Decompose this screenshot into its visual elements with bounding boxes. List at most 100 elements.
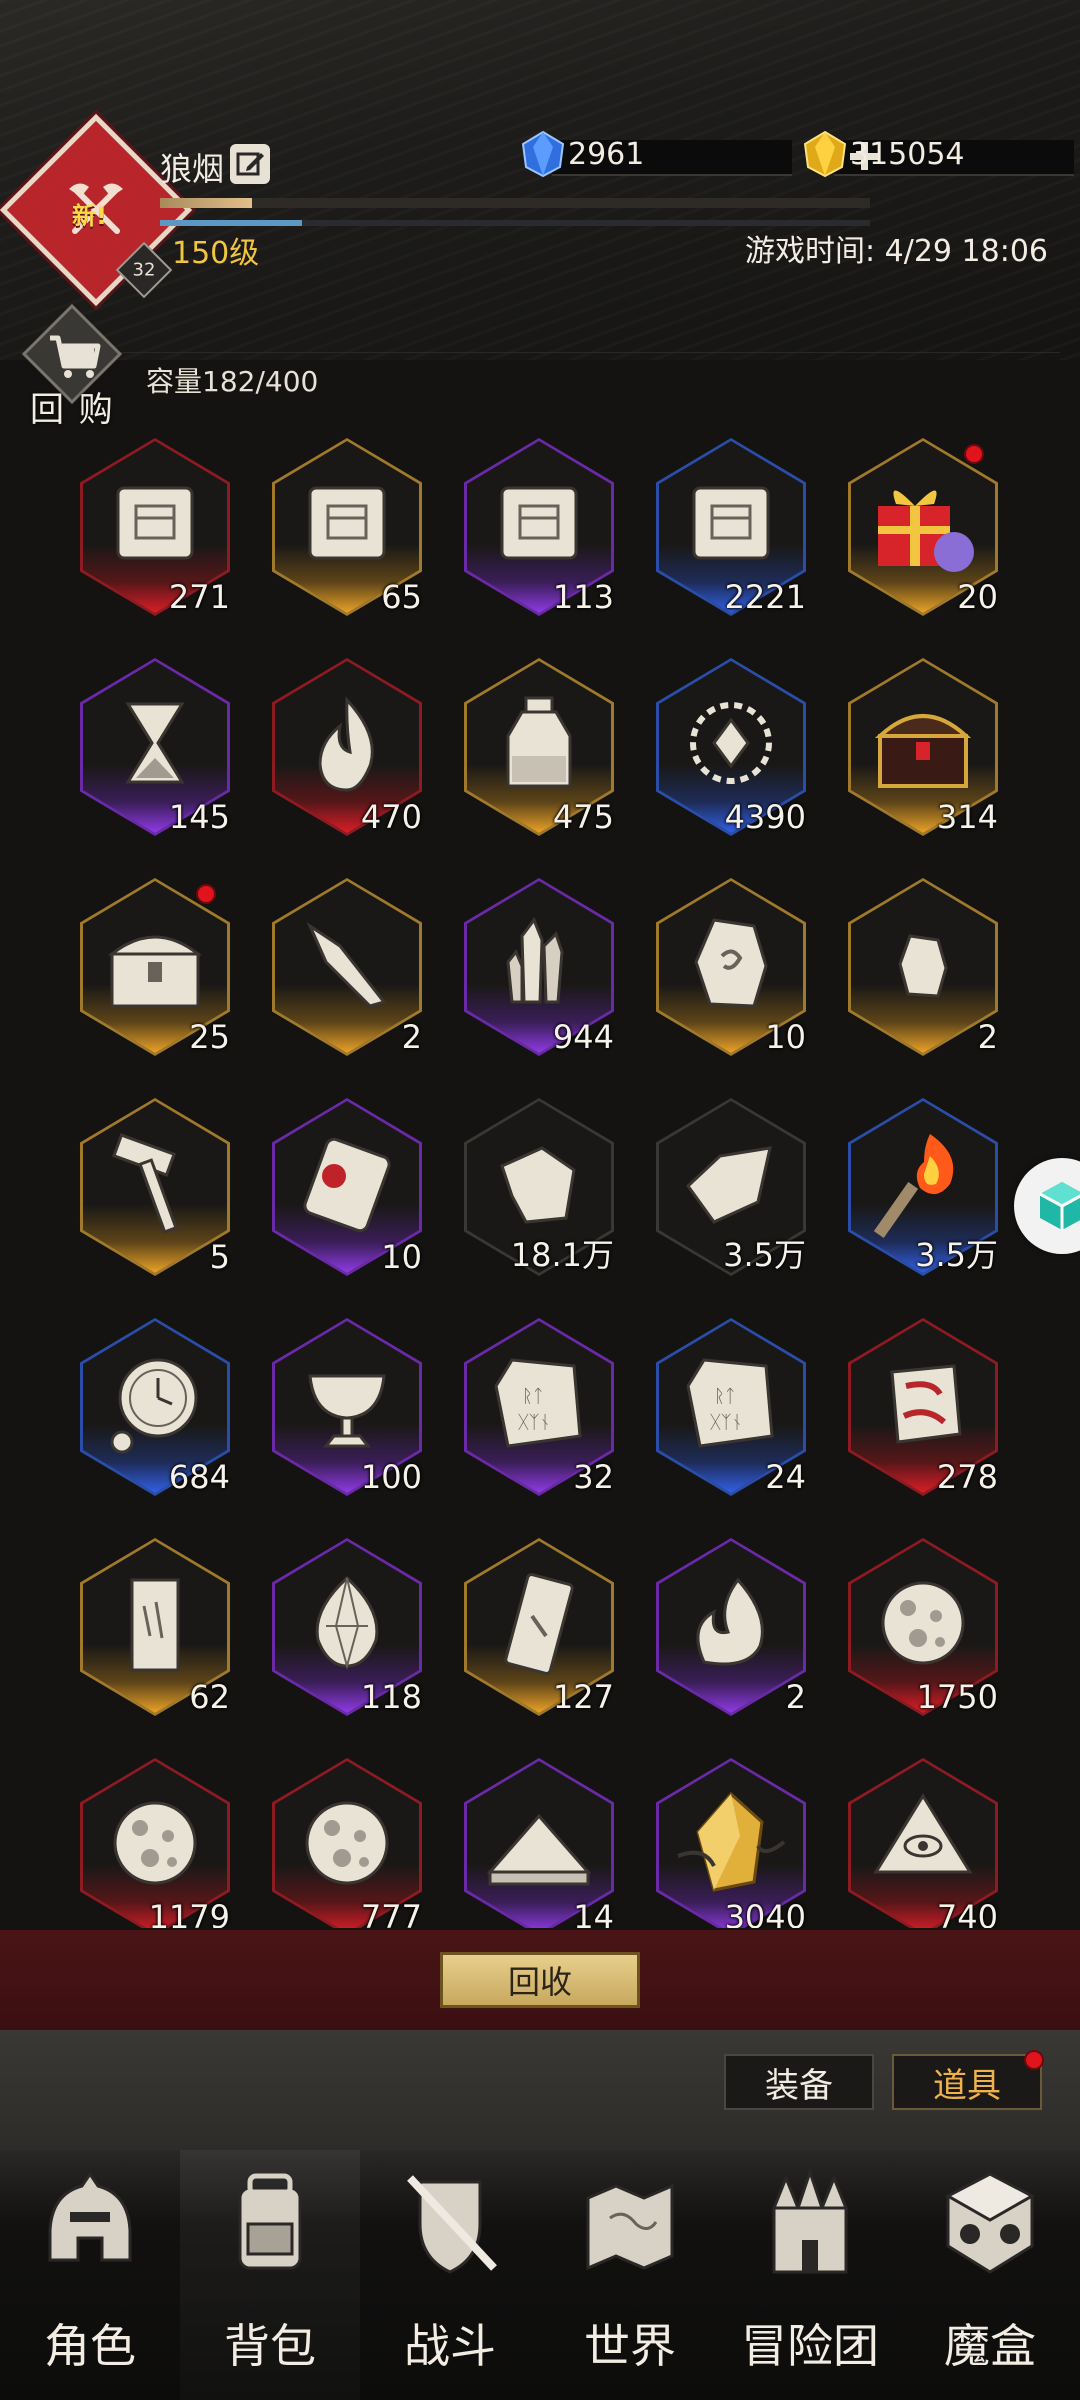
notification-dot bbox=[196, 884, 216, 904]
inventory-slot[interactable]: 145 bbox=[80, 658, 230, 836]
item-count: 24 bbox=[765, 1458, 806, 1496]
nav-label: 冒险团 bbox=[741, 2319, 879, 2373]
inventory-slot[interactable]: 18.1万 bbox=[464, 1098, 614, 1276]
chest-icon bbox=[107, 935, 203, 1008]
inventory-slot[interactable]: 271 bbox=[80, 438, 230, 616]
inventory-slot[interactable]: 14 bbox=[464, 1758, 614, 1928]
item-count: 2221 bbox=[724, 578, 806, 616]
item-count: 18.1万 bbox=[510, 1236, 614, 1274]
inventory-slot[interactable]: 10 bbox=[272, 1098, 422, 1276]
rune-tablet-icon: ᚱᛏ ᚷᛉᚾ bbox=[686, 1358, 774, 1448]
inventory-slot[interactable]: 3.5万 bbox=[656, 1098, 806, 1276]
inventory-slot[interactable]: ᚱᛏ ᚷᛉᚾ 24 bbox=[656, 1318, 806, 1496]
nav-item-4[interactable]: 冒险团 bbox=[720, 2150, 900, 2400]
inventory-slot[interactable]: 314 bbox=[848, 658, 998, 836]
sand-jar-icon bbox=[506, 696, 572, 788]
laurel-crystal-icon bbox=[690, 702, 772, 784]
inventory-slot[interactable]: 4390 bbox=[656, 658, 806, 836]
inventory-slot[interactable]: 777 bbox=[272, 1758, 422, 1928]
spirit-flame-icon bbox=[696, 1577, 764, 1666]
edit-name-icon[interactable] bbox=[230, 144, 270, 184]
inventory-slot[interactable]: 127 bbox=[464, 1538, 614, 1716]
inventory-slot[interactable]: 475 bbox=[464, 658, 614, 836]
nav-item-5[interactable]: 魔盒 bbox=[900, 2150, 1080, 2400]
inventory-slot[interactable]: 944 bbox=[464, 878, 614, 1056]
inventory-slot[interactable]: 684 bbox=[80, 1318, 230, 1496]
inventory-slot[interactable]: 65 bbox=[272, 438, 422, 616]
item-count: 314 bbox=[936, 798, 998, 836]
item-count: 740 bbox=[936, 1898, 998, 1928]
blue-gem-icon bbox=[521, 130, 565, 178]
nav-item-0[interactable]: 角色 bbox=[0, 2150, 180, 2400]
inventory-slot[interactable]: 3040 bbox=[656, 1758, 806, 1928]
inventory-slot[interactable]: 20 bbox=[848, 438, 998, 616]
tab-equipment[interactable]: 装备 bbox=[724, 2054, 874, 2110]
item-count: 100 bbox=[360, 1458, 422, 1496]
inventory-slot[interactable]: 118 bbox=[272, 1538, 422, 1716]
item-count: 113 bbox=[552, 578, 614, 616]
inventory-slot[interactable]: 2 bbox=[848, 878, 998, 1056]
sword-shield-icon bbox=[407, 2175, 497, 2274]
tab-items-label: 道具 bbox=[933, 2065, 1001, 2106]
item-count: 3.5万 bbox=[723, 1236, 806, 1274]
item-count: 1750 bbox=[916, 1678, 998, 1716]
item-count: 3.5万 bbox=[915, 1236, 998, 1274]
inventory-slot[interactable]: 2221 bbox=[656, 438, 806, 616]
item-count: 3040 bbox=[724, 1898, 806, 1928]
item-count: 5 bbox=[209, 1238, 230, 1276]
inventory-slot[interactable]: 740 bbox=[848, 1758, 998, 1928]
inventory-slot[interactable]: 5 bbox=[80, 1098, 230, 1276]
map-scroll-icon bbox=[308, 486, 386, 560]
map-scroll-icon bbox=[500, 486, 578, 560]
nav-item-2[interactable]: 战斗 bbox=[360, 2150, 540, 2400]
nav-item-3[interactable]: 世界 bbox=[540, 2150, 720, 2400]
cube-icon bbox=[1039, 1182, 1080, 1230]
item-count: 127 bbox=[552, 1678, 614, 1716]
nav-label: 角色 bbox=[44, 2319, 136, 2373]
nav-label: 背包 bbox=[224, 2319, 316, 2373]
inventory-slot[interactable]: 2 bbox=[272, 878, 422, 1056]
item-count: 2 bbox=[401, 1018, 422, 1056]
hammer-icon bbox=[112, 1133, 178, 1234]
inventory-slot[interactable]: 100 bbox=[272, 1318, 422, 1496]
flame-icon bbox=[318, 696, 374, 792]
item-count: 20 bbox=[957, 578, 998, 616]
item-count: 278 bbox=[936, 1458, 998, 1496]
new-tag: 新! bbox=[72, 202, 107, 230]
gold-count: 315054 bbox=[850, 136, 965, 172]
castle-icon bbox=[771, 2168, 849, 2274]
inventory-slot[interactable]: 2 bbox=[656, 1538, 806, 1716]
inventory-slot[interactable]: 278 bbox=[848, 1318, 998, 1496]
item-count: 1179 bbox=[148, 1898, 230, 1928]
small-rune-icon bbox=[898, 934, 948, 998]
inventory-slot[interactable]: 470 bbox=[272, 658, 422, 836]
item-count: 10 bbox=[765, 1018, 806, 1056]
recycle-button[interactable]: 回收 bbox=[440, 1952, 640, 2008]
inventory-slot[interactable]: 113 bbox=[464, 438, 614, 616]
golden-crystal-icon bbox=[677, 1791, 786, 1892]
gem-resource: 2961 bbox=[518, 130, 879, 178]
helmet-icon bbox=[48, 2171, 132, 2262]
rune-stone-icon bbox=[694, 918, 768, 1008]
item-grid: 271 65 113 2221 20 145 470 475 4390 314 25 2 944 10 2 5… bbox=[80, 438, 1000, 1928]
inventory-slot[interactable]: 25 bbox=[80, 878, 230, 1056]
nav-item-1[interactable]: 背包 bbox=[180, 2150, 360, 2400]
floating-cube-button[interactable] bbox=[1014, 1158, 1080, 1254]
inventory-slot[interactable]: ᚱᛏ ᚷᛉᚾ 32 bbox=[464, 1318, 614, 1496]
bag-capacity: 容量182/400 bbox=[146, 365, 319, 398]
inventory-slot[interactable]: 10 bbox=[656, 878, 806, 1056]
inventory-slot[interactable]: 1179 bbox=[80, 1758, 230, 1928]
tab-items[interactable]: 道具 bbox=[892, 2050, 1044, 2110]
header-divider bbox=[20, 352, 1060, 353]
nav-label: 魔盒 bbox=[944, 2319, 1036, 2373]
inventory-slot[interactable]: 3.5万 bbox=[848, 1098, 998, 1276]
game-time: 游戏时间: 4/29 18:06 bbox=[744, 234, 1048, 269]
buyback-label[interactable]: 回 购 bbox=[30, 382, 115, 431]
inventory-slot[interactable]: 62 bbox=[80, 1538, 230, 1716]
magic-cube-icon bbox=[944, 2172, 1036, 2274]
item-count: 14 bbox=[573, 1898, 614, 1928]
item-count: 684 bbox=[168, 1458, 230, 1496]
inventory-slot[interactable]: 1750 bbox=[848, 1538, 998, 1716]
eye-pyramid-icon bbox=[873, 1793, 973, 1874]
item-count: 777 bbox=[360, 1898, 422, 1928]
